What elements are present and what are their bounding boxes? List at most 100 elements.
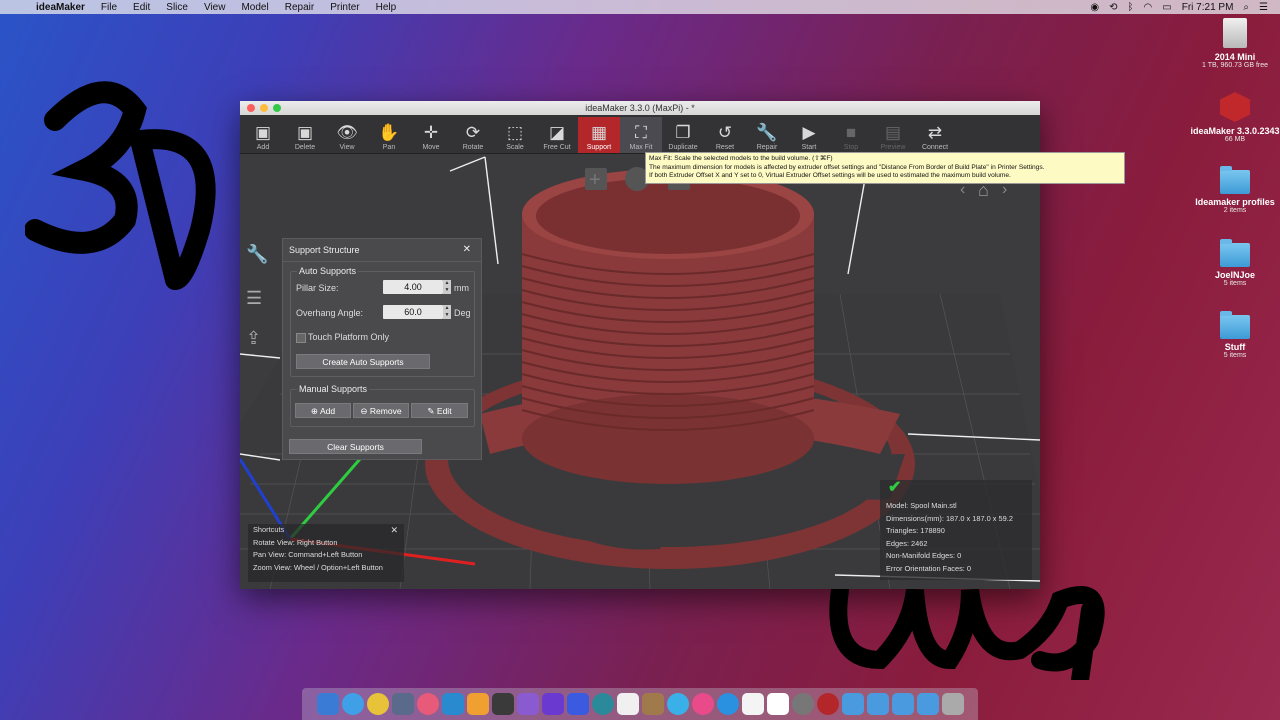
toolbar-delete-button[interactable]: ▣ Delete: [284, 117, 326, 153]
duplicate-icon: ❐: [675, 123, 691, 142]
window-titlebar[interactable]: ideaMaker 3.3.0 (MaxPi) - *: [240, 101, 1040, 115]
manual-edit-button[interactable]: ✎ Edit: [411, 403, 468, 418]
bluetooth-icon[interactable]: ᛒ: [1128, 2, 1134, 13]
itunes-icon[interactable]: [691, 693, 714, 715]
auto-supports-group: Auto Supports Pillar Size: 4.00 ▲ ▼ mm Ov…: [290, 266, 475, 377]
toolbar-duplicate-button[interactable]: ❐ Duplicate: [662, 117, 704, 153]
toolbar-preview-button[interactable]: ▤ Preview: [872, 117, 914, 153]
menu-app[interactable]: ideaMaker: [28, 2, 93, 13]
overhang-angle-input[interactable]: 60.0: [383, 305, 443, 319]
overhang-angle-unit: Deg: [454, 308, 471, 318]
toolbar-reset-button[interactable]: ↺ Reset: [704, 117, 746, 153]
menu-help[interactable]: Help: [368, 2, 405, 13]
menu-printer[interactable]: Printer: [322, 2, 367, 13]
toolbar-maxfit-button[interactable]: ⛶ Max Fit: [620, 117, 662, 153]
toolbar-start-button[interactable]: ▶ Start: [788, 117, 830, 153]
maxfit-tooltip: Max Fit: Scale the selected models to th…: [645, 152, 1125, 184]
app-icon[interactable]: [591, 693, 614, 715]
desktop-icon-stuff[interactable]: Stuff 5 items: [1190, 311, 1280, 359]
textedit-doc-icon[interactable]: [741, 693, 764, 715]
plus-circle-icon: ⊕: [310, 406, 320, 416]
menu-slice[interactable]: Slice: [158, 2, 196, 13]
zoom-window-button[interactable]: [273, 104, 281, 112]
create-auto-supports-button[interactable]: Create Auto Supports: [296, 354, 430, 369]
calendar-icon[interactable]: [766, 693, 789, 715]
overhang-angle-stepper[interactable]: ▲ ▼: [443, 305, 451, 319]
pillar-size-unit: mm: [454, 283, 469, 293]
textedit-icon[interactable]: [616, 693, 639, 715]
clear-supports-button[interactable]: Clear Supports: [289, 439, 422, 454]
menu-edit[interactable]: Edit: [125, 2, 158, 13]
panel-header[interactable]: Support Structure ✕: [283, 239, 481, 262]
cube-delete-icon: ▣: [296, 123, 314, 142]
close-icon[interactable]: ✕: [390, 524, 398, 537]
toolbar-freecut-button[interactable]: ◪ Free Cut: [536, 117, 578, 153]
pillar-size-stepper[interactable]: ▲ ▼: [443, 280, 451, 294]
fusion-icon[interactable]: [466, 693, 489, 715]
desktop-icon-joelnjoe[interactable]: JoelNJoe 5 items: [1190, 239, 1280, 287]
desktop-icon-profiles[interactable]: Ideamaker profiles 2 items: [1190, 166, 1280, 214]
folder-stack-icon[interactable]: [916, 693, 939, 715]
toolbar-pan-button[interactable]: ✋ Pan: [368, 117, 410, 153]
panel-title: Support Structure: [289, 245, 360, 255]
minimize-window-button[interactable]: [260, 104, 268, 112]
toolbar-rotate-button[interactable]: ⟳ Rotate: [452, 117, 494, 153]
preview-app-icon[interactable]: [391, 693, 414, 715]
battery-icon[interactable]: ▭: [1162, 2, 1171, 13]
toolbar-support-button[interactable]: ▦ Support: [578, 117, 620, 153]
photos-icon[interactable]: [416, 693, 439, 715]
folder-icon: [1220, 239, 1250, 267]
desktop-icon-drive[interactable]: 2014 Mini 1 TB, 960.73 GB free: [1190, 18, 1280, 69]
toolbar-scale-button[interactable]: ⬚ Scale: [494, 117, 536, 153]
notification-icon[interactable]: ☰: [1259, 2, 1268, 13]
safari-icon[interactable]: [341, 693, 364, 715]
app-store-icon[interactable]: [716, 693, 739, 715]
list-icon[interactable]: ☰: [246, 288, 262, 309]
finder-icon[interactable]: [316, 693, 339, 715]
wrench-tool-icon[interactable]: 🔧: [246, 244, 268, 265]
manual-remove-button[interactable]: ⊖ Remove: [353, 403, 409, 418]
close-icon[interactable]: ✕: [463, 239, 471, 261]
toolbar-stop-button[interactable]: ■ Stop: [830, 117, 872, 153]
spotlight-icon[interactable]: ⌕: [1243, 2, 1249, 13]
wifi-icon[interactable]: ◠: [1144, 2, 1153, 13]
ideamaker-dock-icon[interactable]: [816, 693, 839, 715]
menu-model[interactable]: Model: [233, 2, 276, 13]
checkmark-icon: ✔: [888, 479, 902, 496]
support-structure-panel: Support Structure ✕ Auto Supports Pillar…: [282, 238, 482, 460]
toolbar-add-button[interactable]: ▣ Add: [242, 117, 284, 153]
trash-icon[interactable]: [941, 693, 964, 715]
documents-folder-icon[interactable]: [866, 693, 889, 715]
notes-icon[interactable]: [641, 693, 664, 715]
messages-icon[interactable]: [666, 693, 689, 715]
menu-bar: ideaMaker File Edit Slice View Model Rep…: [0, 0, 1280, 14]
affinity-icon[interactable]: [541, 693, 564, 715]
pillar-size-input[interactable]: 4.00: [383, 280, 443, 294]
record-icon[interactable]: ◉: [1090, 2, 1099, 13]
close-window-button[interactable]: [247, 104, 255, 112]
toolbar-connect-button[interactable]: ⇄ Connect: [914, 117, 956, 153]
support-icon: ▦: [590, 123, 608, 142]
menu-file[interactable]: File: [93, 2, 125, 13]
toolbar-repair-button[interactable]: 🔧 Repair: [746, 117, 788, 153]
cura-icon[interactable]: [441, 693, 464, 715]
toolbar-view-button[interactable]: 👁 View: [326, 117, 368, 153]
manual-add-button[interactable]: ⊕ Add: [295, 403, 351, 418]
menu-view[interactable]: View: [196, 2, 234, 13]
touch-platform-checkbox[interactable]: [296, 333, 306, 343]
desktop-icon-ideamaker[interactable]: ideaMaker 3.3.0.2343 66 MB: [1190, 92, 1280, 143]
upload-icon[interactable]: ⇪: [246, 328, 261, 349]
menu-repair[interactable]: Repair: [277, 2, 322, 13]
system-preferences-icon[interactable]: [791, 693, 814, 715]
time-machine-icon[interactable]: ⟲: [1109, 2, 1117, 13]
dock: [302, 688, 978, 720]
hard-drive-icon: [1223, 18, 1247, 48]
final-cut-icon[interactable]: [491, 693, 514, 715]
applications-folder-icon[interactable]: [841, 693, 864, 715]
downloads-folder-icon[interactable]: [891, 693, 914, 715]
menubar-clock[interactable]: Fri 7:21 PM: [1182, 2, 1234, 13]
affinity-designer-icon[interactable]: [566, 693, 589, 715]
imovie-icon[interactable]: [516, 693, 539, 715]
chrome-icon[interactable]: [366, 693, 389, 715]
toolbar-move-button[interactable]: ✛ Move: [410, 117, 452, 153]
